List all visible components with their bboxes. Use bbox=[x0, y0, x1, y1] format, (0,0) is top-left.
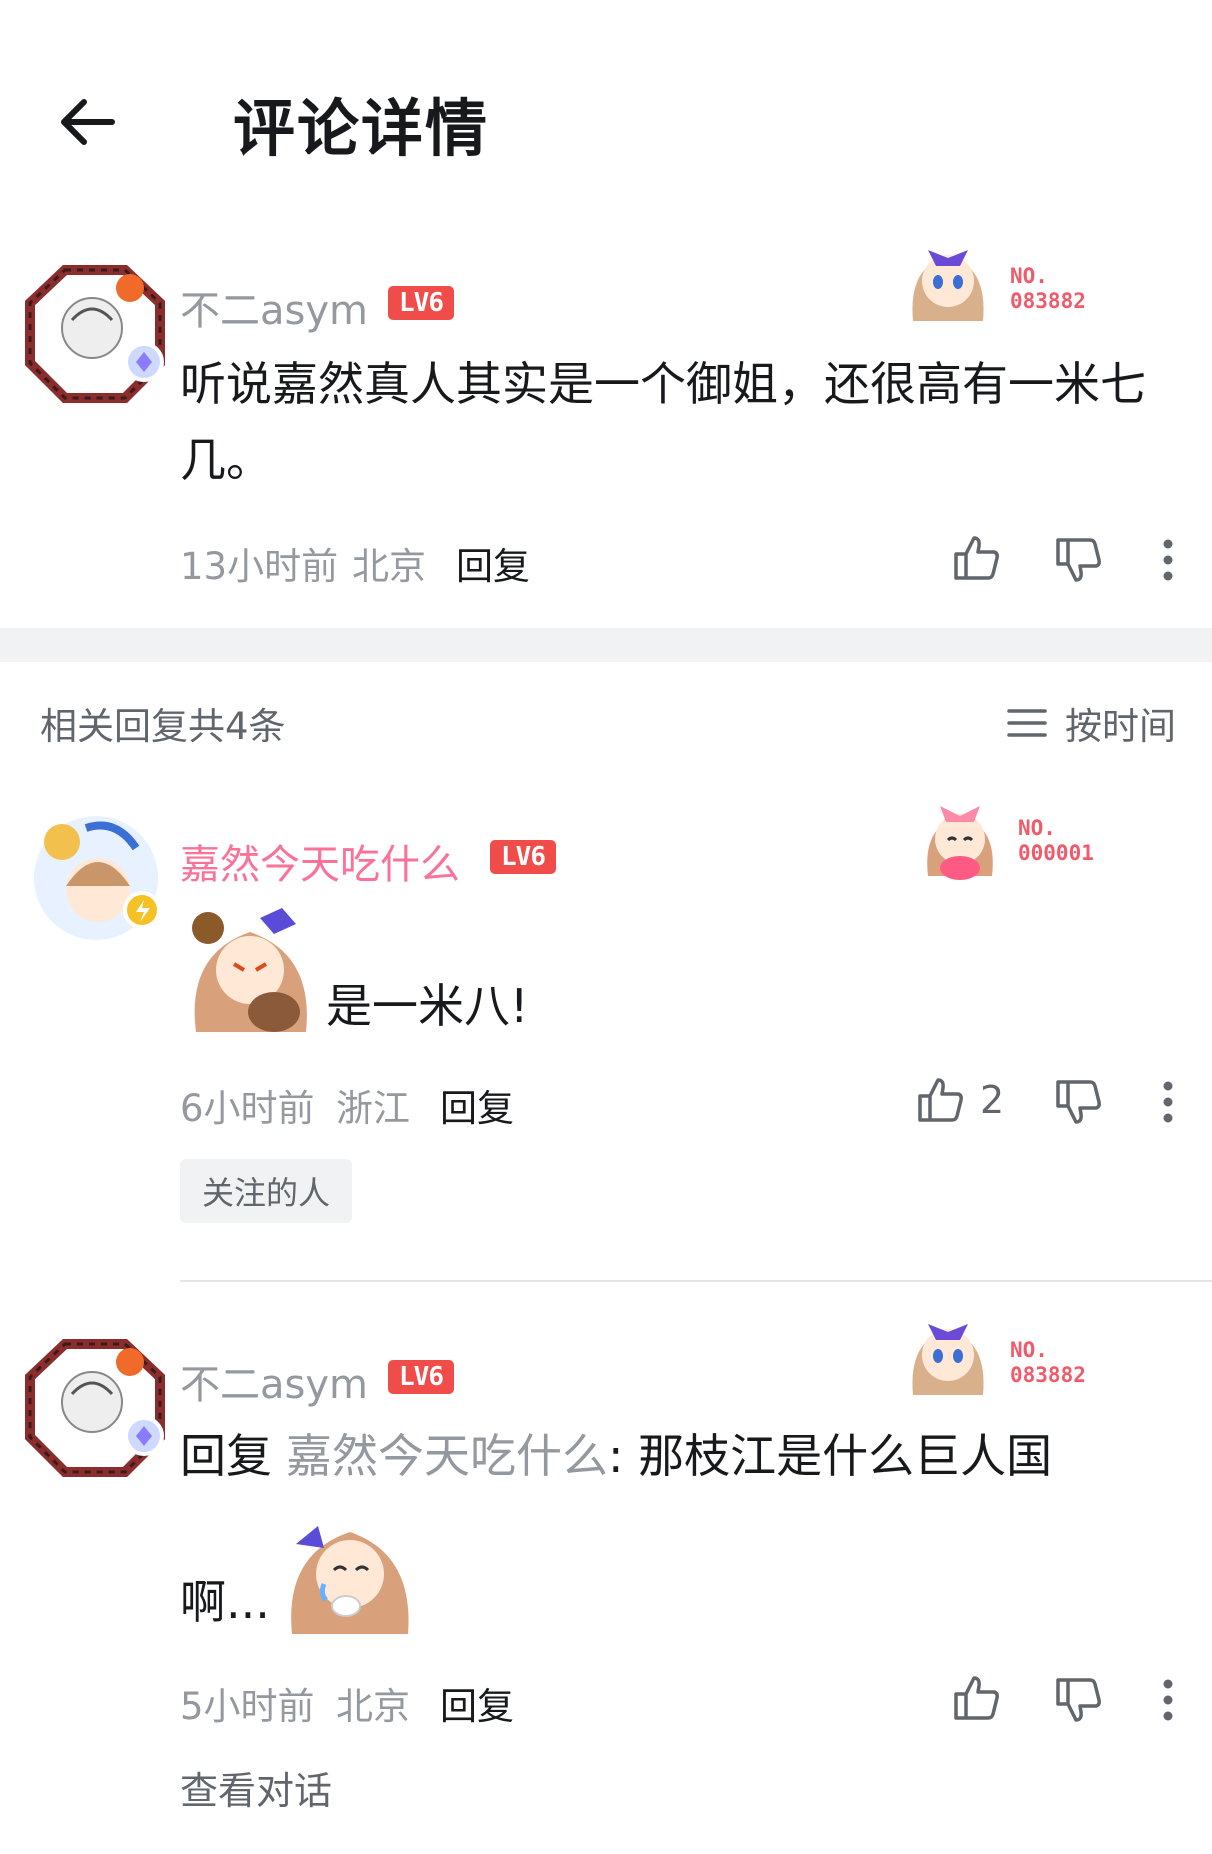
reply-separator bbox=[180, 1280, 1212, 1282]
thumbs-up-icon[interactable] bbox=[952, 532, 1002, 586]
reply-text: 回复 嘉然今天吃什么: 那枝江是什么巨人国 bbox=[180, 1418, 1052, 1494]
reply-button[interactable]: 回复 bbox=[456, 536, 530, 590]
reply-count: 相关回复共4条 bbox=[40, 705, 286, 748]
more-options-icon[interactable] bbox=[1158, 538, 1178, 586]
fan-no-value: 083882 bbox=[1010, 289, 1086, 313]
reply-username[interactable]: 不二asym bbox=[180, 1352, 368, 1410]
fan-medal-character-icon bbox=[912, 250, 984, 321]
following-tag: 关注的人 bbox=[180, 1159, 352, 1223]
avatar[interactable] bbox=[20, 1332, 170, 1482]
top-bar: 评论详情 bbox=[0, 0, 1212, 230]
fan-no-value: 083882 bbox=[1010, 1363, 1086, 1387]
back-arrow-icon[interactable] bbox=[56, 90, 120, 154]
more-options-icon[interactable] bbox=[1158, 1678, 1178, 1726]
fan-medal-badge: NO. 083882 bbox=[898, 226, 1128, 326]
level-badge: LV6 bbox=[490, 840, 556, 874]
reply-text-continuation: 啊... bbox=[180, 1575, 270, 1629]
thumbs-down-icon[interactable] bbox=[1054, 1676, 1104, 1730]
avatar[interactable] bbox=[20, 258, 170, 408]
comment-time: 13小时前 bbox=[180, 545, 339, 588]
page-title: 评论详情 bbox=[233, 92, 490, 165]
section-divider bbox=[0, 628, 1212, 662]
reply-prefix: 回复 bbox=[180, 1429, 272, 1483]
fan-no-value: 000001 bbox=[1018, 841, 1094, 865]
reply-text-part: : 那枝江是什么巨人国 bbox=[608, 1429, 1053, 1483]
comment-username[interactable]: 不二asym bbox=[180, 278, 368, 336]
fan-no-label: NO. bbox=[1010, 1338, 1048, 1362]
thumbs-down-icon[interactable] bbox=[1054, 536, 1104, 590]
sort-by-time-button[interactable]: 按时间 bbox=[1005, 696, 1176, 750]
reply-to-user[interactable]: 嘉然今天吃什么 bbox=[286, 1429, 608, 1483]
more-options-icon[interactable] bbox=[1158, 1080, 1178, 1128]
comment-location: 北京 bbox=[352, 545, 426, 588]
thumbs-down-icon[interactable] bbox=[1054, 1078, 1104, 1132]
fan-medal-character-icon bbox=[927, 806, 993, 880]
comment-text: 听说嘉然真人其实是一个御姐，还很高有一米七几。 bbox=[180, 357, 1146, 487]
sort-label: 按时间 bbox=[1065, 705, 1176, 748]
level-badge: LV6 bbox=[388, 286, 454, 320]
level-badge: LV6 bbox=[388, 1360, 454, 1394]
fan-medal-character-icon bbox=[912, 1324, 984, 1395]
reply-location: 浙江 bbox=[336, 1087, 410, 1130]
thumbs-up-icon[interactable] bbox=[916, 1074, 966, 1128]
emote-sticker bbox=[186, 904, 316, 1038]
like-count: 2 bbox=[980, 1078, 1005, 1122]
fan-medal-badge: NO. 083882 bbox=[898, 1300, 1128, 1400]
sort-lines-icon bbox=[1007, 709, 1047, 737]
reply-time: 5小时前 bbox=[180, 1685, 315, 1728]
reply-username[interactable]: 嘉然今天吃什么 bbox=[180, 832, 460, 890]
emote-sticker bbox=[284, 1504, 416, 1640]
reply-text: 是一米八! bbox=[326, 979, 529, 1033]
avatar[interactable] bbox=[26, 808, 176, 958]
view-conversation-link[interactable]: 查看对话 bbox=[180, 1760, 332, 1815]
reply-location: 北京 bbox=[336, 1685, 410, 1728]
reply-button[interactable]: 回复 bbox=[440, 1676, 514, 1730]
fan-medal-badge: NO. 000001 bbox=[910, 784, 1140, 884]
reply-time: 6小时前 bbox=[180, 1087, 315, 1130]
fan-no-label: NO. bbox=[1018, 816, 1056, 840]
fan-no-label: NO. bbox=[1010, 264, 1048, 288]
reply-button[interactable]: 回复 bbox=[440, 1078, 514, 1132]
thumbs-up-icon[interactable] bbox=[952, 1672, 1002, 1726]
